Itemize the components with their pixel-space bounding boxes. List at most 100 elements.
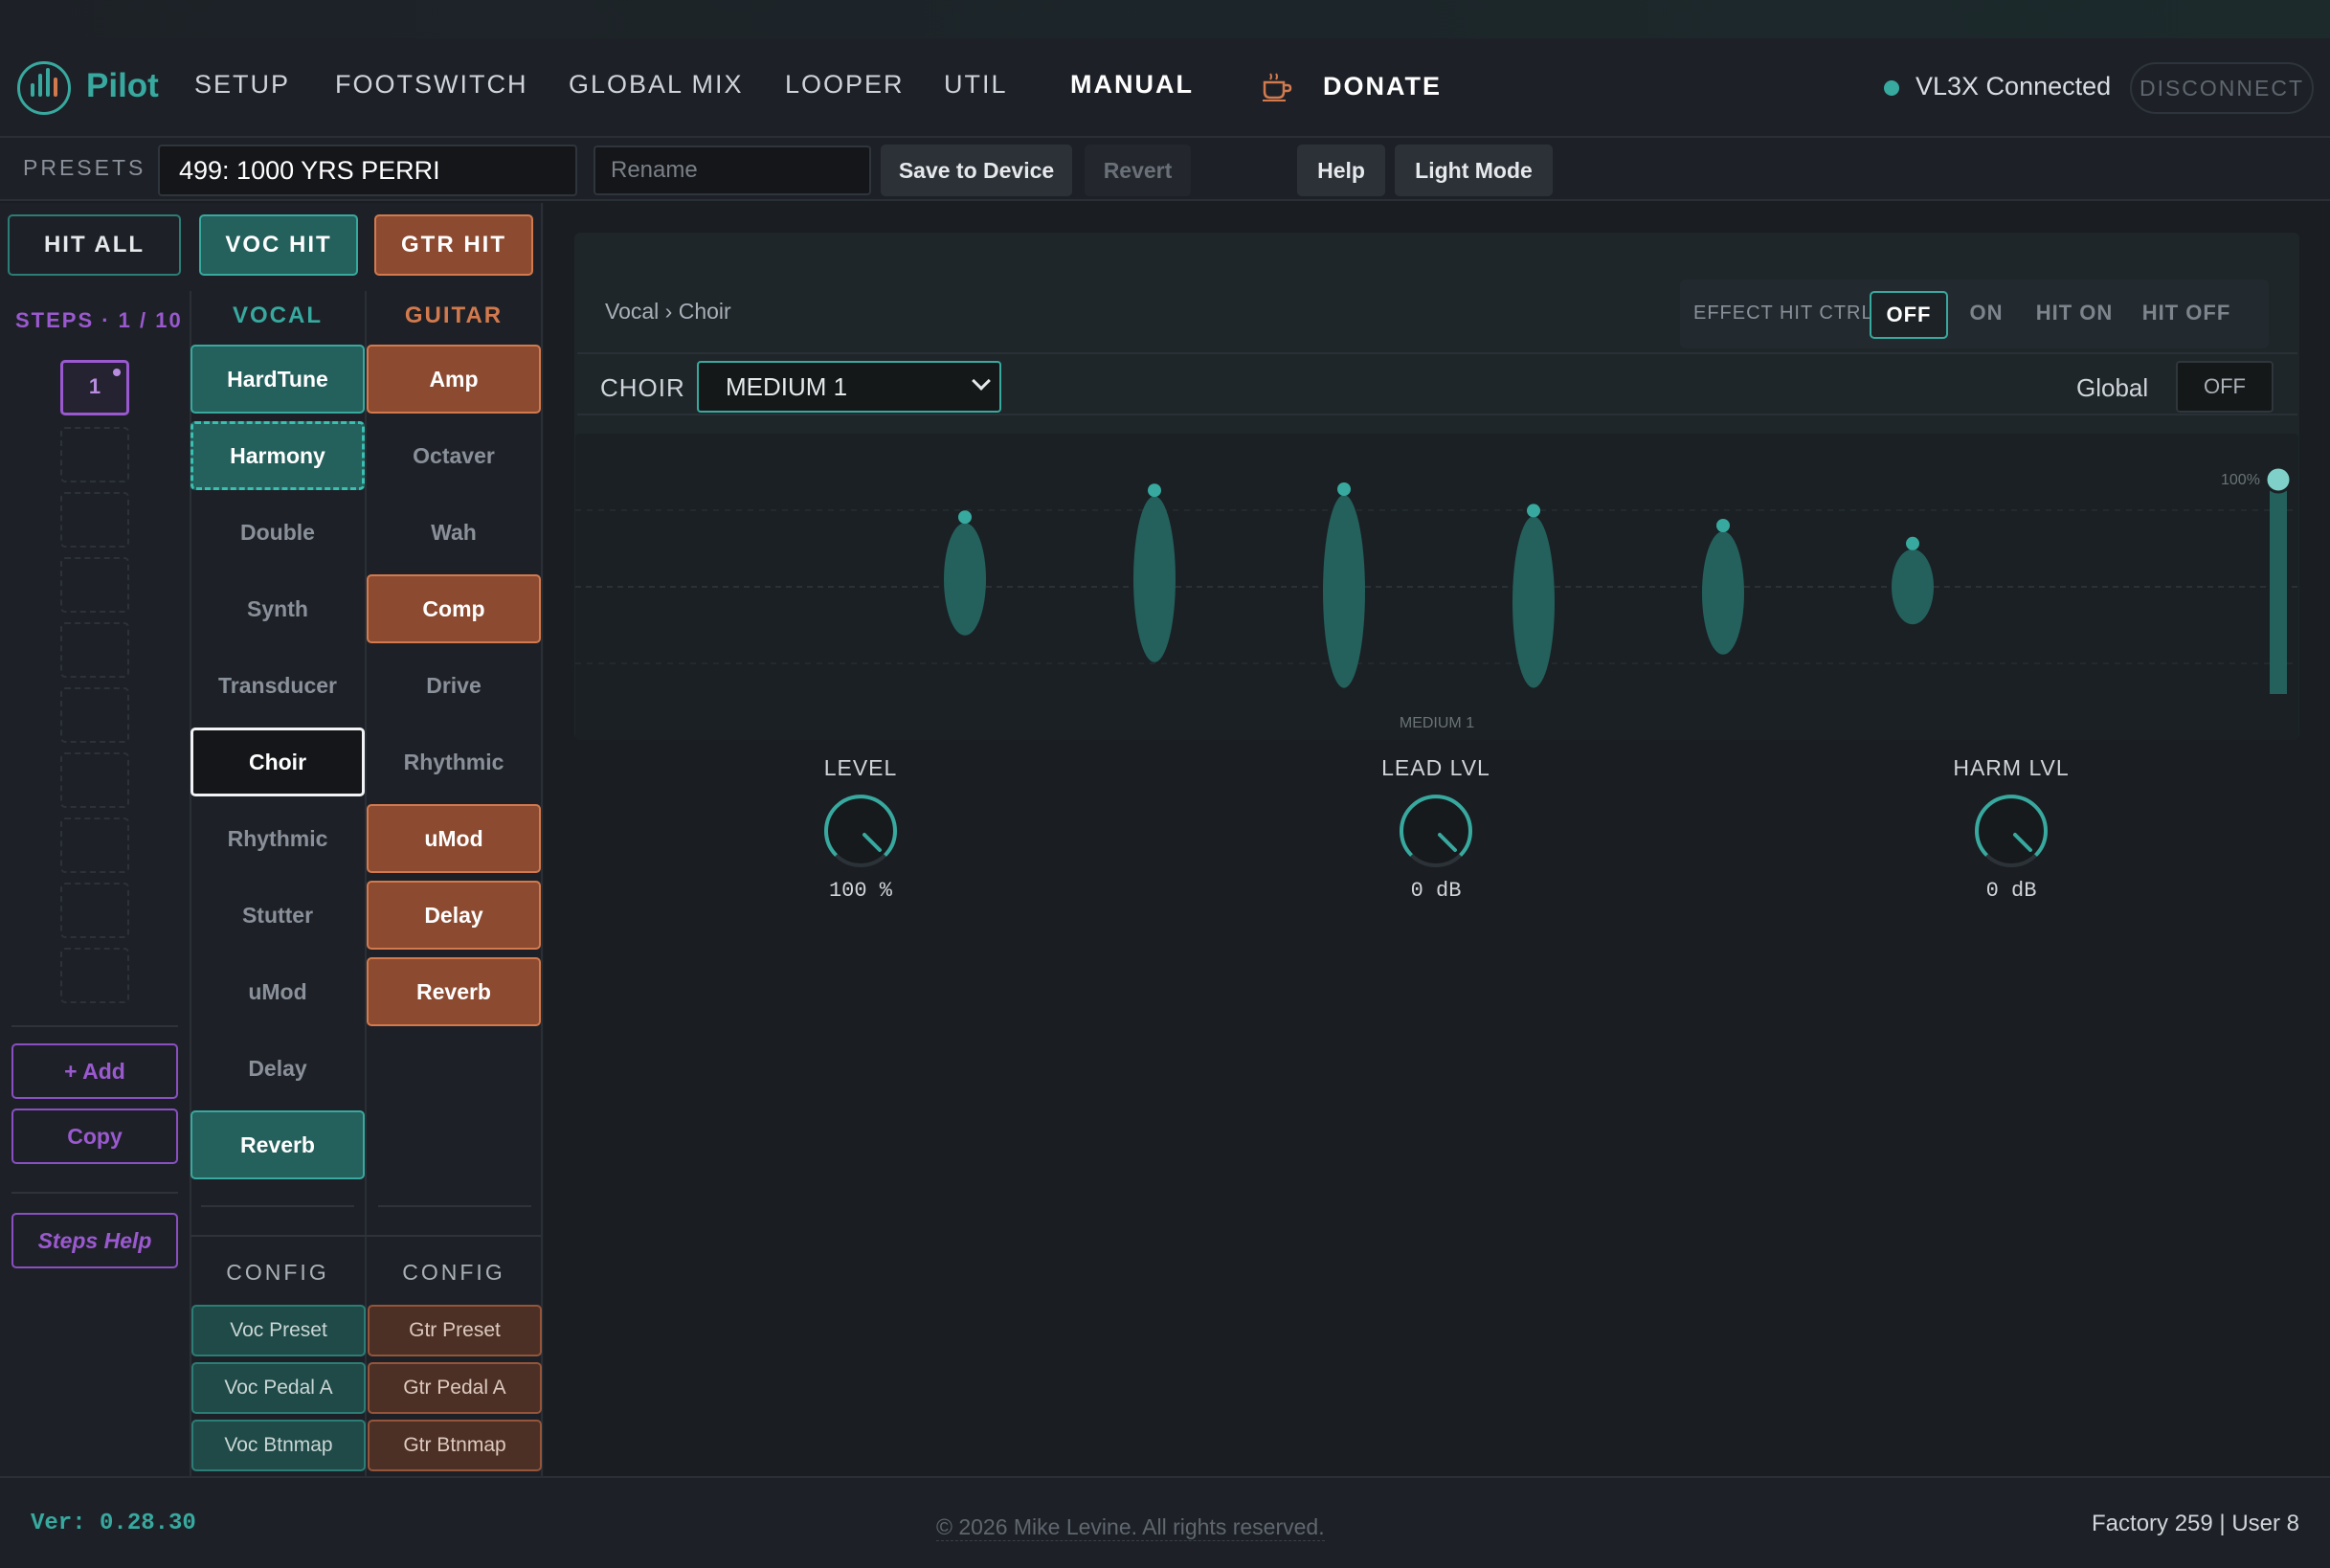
step-slot[interactable] bbox=[60, 492, 129, 548]
lead-lvl-knob-label: LEAD LVL bbox=[1381, 755, 1490, 780]
pilot-logo-icon[interactable] bbox=[17, 61, 71, 115]
disconnect-button[interactable]: DISCONNECT bbox=[2130, 62, 2314, 114]
voc-effect-reverb[interactable]: Reverb bbox=[190, 1110, 365, 1179]
nav-looper[interactable]: LOOPER bbox=[785, 70, 905, 100]
step-slot[interactable] bbox=[60, 818, 129, 873]
global-label: Global bbox=[2076, 373, 2149, 402]
gtr-preset-button[interactable]: Gtr Preset bbox=[368, 1305, 542, 1356]
level-handle[interactable] bbox=[2264, 465, 2293, 494]
choir-voice[interactable] bbox=[1892, 549, 1934, 625]
gtr-btnmap-button[interactable]: Gtr Btnmap bbox=[368, 1420, 542, 1471]
breadcrumb: Vocal › Choir bbox=[605, 299, 731, 324]
version-label: Ver: 0.28.30 bbox=[31, 1511, 196, 1536]
steps-label: STEPS · 1 / 10 bbox=[15, 308, 183, 332]
gtr-effect-delay[interactable]: Delay bbox=[367, 881, 541, 950]
hit-ctrl-off[interactable]: OFF bbox=[1870, 291, 1948, 339]
viz-caption: MEDIUM 1 bbox=[1400, 715, 1474, 731]
voc-effect-delay[interactable]: Delay bbox=[190, 1034, 365, 1103]
step-slot[interactable] bbox=[60, 622, 129, 678]
gtr-effect-amp[interactable]: Amp bbox=[367, 345, 541, 414]
step-slot[interactable] bbox=[60, 687, 129, 743]
voc-effect-harmony[interactable]: Harmony bbox=[190, 421, 365, 490]
voc-effect-umod[interactable]: uMod bbox=[190, 957, 365, 1026]
choir-voice[interactable] bbox=[1323, 495, 1365, 688]
steps-help-button[interactable]: Steps Help bbox=[11, 1213, 178, 1268]
save-to-device-button[interactable]: Save to Device bbox=[881, 145, 1072, 196]
step-1[interactable]: 1 bbox=[60, 360, 129, 415]
voc-preset-button[interactable]: Voc Preset bbox=[191, 1305, 366, 1356]
gtr-hit-button[interactable]: GTR HIT bbox=[374, 214, 533, 276]
gtr-effect-comp[interactable]: Comp bbox=[367, 574, 541, 643]
step-slot[interactable] bbox=[60, 752, 129, 808]
voc-effect-double[interactable]: Double bbox=[190, 498, 365, 567]
copy-step-button[interactable]: Copy bbox=[11, 1109, 178, 1164]
top-nav: Pilot SETUP FOOTSWITCH GLOBAL MIX LOOPER… bbox=[0, 38, 2330, 138]
hit-all-button[interactable]: HIT ALL bbox=[8, 214, 181, 276]
choir-type-select[interactable]: MEDIUM 1 bbox=[697, 361, 1001, 413]
voc-hit-button[interactable]: VOC HIT bbox=[199, 214, 358, 276]
lead-lvl-knob-value: 0 dB bbox=[1410, 879, 1462, 903]
choir-voice[interactable] bbox=[1133, 496, 1176, 662]
add-step-button[interactable]: + Add bbox=[11, 1043, 178, 1099]
hit-ctrl-hit-off[interactable]: HIT OFF bbox=[2134, 291, 2239, 339]
help-button[interactable]: Help bbox=[1297, 145, 1385, 196]
step-slot[interactable] bbox=[60, 557, 129, 613]
nav-global-mix[interactable]: GLOBAL MIX bbox=[569, 70, 744, 100]
left-panel: HIT ALL VOC HIT GTR HIT STEPS · 1 / 10 1… bbox=[0, 203, 544, 1476]
gtr-effect-wah[interactable]: Wah bbox=[367, 498, 541, 567]
effect-hit-ctrl: EFFECT HIT CTRL: OFF ON HIT ON HIT OFF bbox=[1680, 280, 2269, 348]
gtr-effect-octaver[interactable]: Octaver bbox=[367, 421, 541, 490]
rename-input[interactable] bbox=[594, 146, 871, 195]
vocal-column-title: VOCAL bbox=[233, 302, 323, 328]
brand-name[interactable]: Pilot bbox=[86, 67, 159, 105]
choir-visualizer: 100% MEDIUM 1 bbox=[575, 434, 2298, 740]
donate-link[interactable]: DONATE bbox=[1323, 72, 1442, 101]
step-slot[interactable] bbox=[60, 883, 129, 938]
voc-effect-hardtune[interactable]: HardTune bbox=[190, 345, 365, 414]
voc-btnmap-button[interactable]: Voc Btnmap bbox=[191, 1420, 366, 1471]
guitar-column-title: GUITAR bbox=[404, 302, 504, 328]
gtr-effect-drive[interactable]: Drive bbox=[367, 651, 541, 720]
voc-effect-transducer[interactable]: Transducer bbox=[190, 651, 365, 720]
voc-effect-rhythmic[interactable]: Rhythmic bbox=[190, 804, 365, 873]
level-bar[interactable] bbox=[2270, 480, 2287, 694]
choir-voice[interactable] bbox=[1702, 531, 1744, 655]
coffee-cup-icon[interactable] bbox=[1261, 71, 1293, 101]
copyright-link[interactable]: © 2026 Mike Levine. All rights reserved. bbox=[936, 1514, 1325, 1541]
nav-footswitch[interactable]: FOOTSWITCH bbox=[335, 70, 527, 100]
revert-button[interactable]: Revert bbox=[1085, 145, 1191, 196]
choir-voice[interactable] bbox=[1512, 516, 1555, 688]
global-toggle[interactable]: OFF bbox=[2176, 361, 2274, 413]
hit-ctrl-hit-on[interactable]: HIT ON bbox=[2027, 291, 2122, 339]
hit-ctrl-on[interactable]: ON bbox=[1958, 291, 2015, 339]
light-mode-button[interactable]: Light Mode bbox=[1395, 145, 1553, 196]
gtr-effect-rhythmic[interactable]: Rhythmic bbox=[367, 728, 541, 796]
choir-voice-handle[interactable] bbox=[1906, 536, 1919, 550]
harm-lvl-knob[interactable] bbox=[1971, 791, 2051, 871]
preset-selector[interactable]: 499: 1000 YRS PERRI bbox=[158, 145, 577, 196]
step-slot[interactable] bbox=[60, 427, 129, 482]
level-knob[interactable] bbox=[820, 791, 901, 871]
nav-manual[interactable]: MANUAL bbox=[1070, 70, 1194, 100]
voc-pedal-a-button[interactable]: Voc Pedal A bbox=[191, 1362, 366, 1414]
preset-counts: Factory 259 | User 8 bbox=[2092, 1511, 2299, 1536]
choir-voice-handle[interactable] bbox=[1527, 504, 1540, 518]
choir-voice[interactable] bbox=[944, 523, 986, 636]
lead-lvl-knob[interactable] bbox=[1396, 791, 1476, 871]
voc-effect-choir[interactable]: Choir bbox=[190, 728, 365, 796]
preset-bar: PRESETS 499: 1000 YRS PERRI Save to Devi… bbox=[0, 138, 2330, 201]
nav-util[interactable]: UTIL bbox=[944, 70, 1008, 100]
voc-effect-stutter[interactable]: Stutter bbox=[190, 881, 365, 950]
gtr-pedal-a-button[interactable]: Gtr Pedal A bbox=[368, 1362, 542, 1414]
nav-setup[interactable]: SETUP bbox=[194, 70, 290, 100]
step-slot[interactable] bbox=[60, 948, 129, 1003]
choir-voice-handle[interactable] bbox=[1148, 483, 1161, 498]
step-active-dot bbox=[113, 369, 121, 376]
presets-label: PRESETS bbox=[23, 155, 146, 180]
choir-voice-handle[interactable] bbox=[1337, 482, 1351, 496]
gtr-effect-umod[interactable]: uMod bbox=[367, 804, 541, 873]
choir-voice-handle[interactable] bbox=[958, 510, 972, 525]
voc-effect-synth[interactable]: Synth bbox=[190, 574, 365, 643]
choir-voice-handle[interactable] bbox=[1716, 519, 1730, 532]
gtr-effect-reverb[interactable]: Reverb bbox=[367, 957, 541, 1026]
